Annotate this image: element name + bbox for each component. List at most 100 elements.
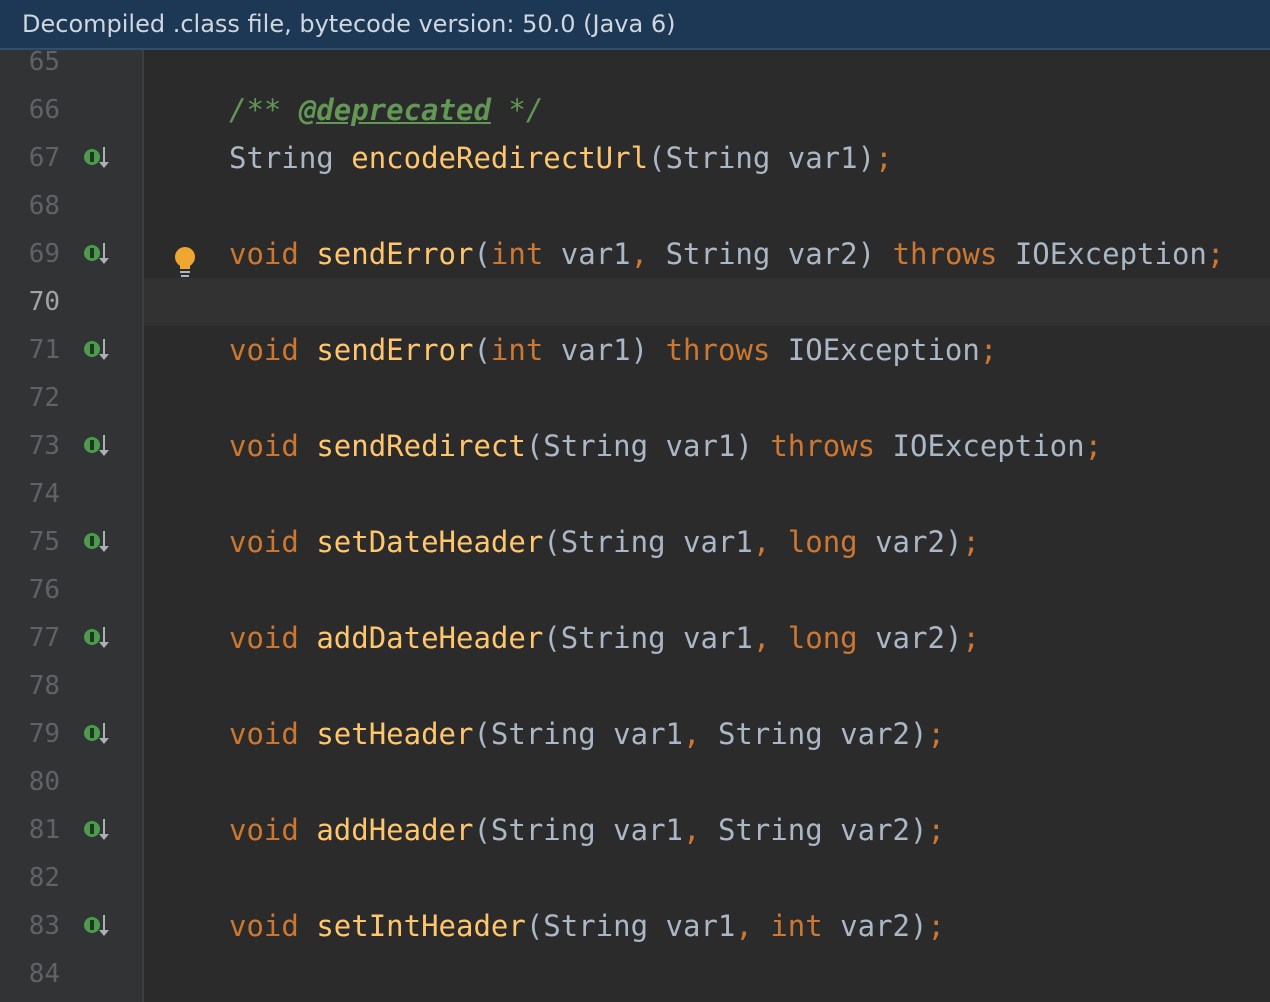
code-line-66[interactable]: /** @deprecated */ bbox=[229, 86, 543, 134]
type-token: String bbox=[543, 429, 649, 463]
code-line-81[interactable]: void addHeader(String var1, String var2)… bbox=[229, 806, 945, 854]
param-name: var2 bbox=[875, 525, 945, 559]
keyword: void bbox=[229, 333, 299, 367]
line-number: 66 bbox=[28, 95, 60, 125]
paren: ( bbox=[525, 429, 544, 463]
semicolon: ; bbox=[1206, 237, 1225, 271]
param-name: var1 bbox=[787, 141, 858, 175]
code-line-79[interactable]: void setHeader(String var1, String var2)… bbox=[229, 710, 945, 758]
code-line-83[interactable]: void setIntHeader(String var1, int var2)… bbox=[229, 902, 945, 950]
deprecated-tag[interactable]: @deprecated bbox=[299, 93, 491, 127]
code-line-69[interactable]: void sendError(int var1, String var2) th… bbox=[229, 230, 1224, 278]
code-line-71[interactable]: void sendError(int var1) throws IOExcept… bbox=[229, 326, 997, 374]
type-token: String bbox=[490, 717, 596, 751]
comma: , bbox=[752, 525, 771, 559]
param-name: var1 bbox=[683, 525, 753, 559]
implemented-method-icon[interactable] bbox=[82, 422, 114, 470]
implemented-method-icon[interactable] bbox=[82, 230, 114, 278]
semicolon: ; bbox=[927, 813, 945, 847]
method-name: encodeRedirectUrl bbox=[351, 141, 649, 175]
method-name: setIntHeader bbox=[316, 909, 526, 943]
param-name: var1 bbox=[613, 717, 683, 751]
implemented-method-icon[interactable] bbox=[82, 614, 114, 662]
paren: ( bbox=[473, 813, 491, 847]
keyword: void bbox=[229, 621, 299, 655]
paren: ) bbox=[910, 909, 928, 943]
method-name: setDateHeader bbox=[316, 525, 544, 559]
type-token: String bbox=[560, 621, 666, 655]
line-number: 71 bbox=[28, 335, 60, 365]
paren: ( bbox=[543, 621, 561, 655]
line-number: 78 bbox=[28, 671, 60, 701]
paren: ( bbox=[473, 237, 491, 271]
keyword: void bbox=[229, 909, 299, 943]
gutter[interactable]: 65 66 67 68 69 70 71 72 73 74 75 76 77 7… bbox=[0, 47, 143, 1002]
paren: ) bbox=[944, 525, 963, 559]
implemented-method-icon[interactable] bbox=[82, 134, 114, 182]
param-name: var2 bbox=[787, 237, 858, 271]
implemented-method-icon[interactable] bbox=[82, 806, 114, 854]
type-token: IOException bbox=[1014, 237, 1207, 271]
method-name: sendError bbox=[316, 333, 474, 367]
param-name: var1 bbox=[613, 813, 683, 847]
type-token: String bbox=[665, 237, 771, 271]
implemented-method-icon[interactable] bbox=[82, 902, 114, 950]
keyword: int bbox=[770, 909, 823, 943]
type-token: IOException bbox=[892, 429, 1085, 463]
comma: , bbox=[683, 813, 701, 847]
implemented-method-icon[interactable] bbox=[82, 326, 114, 374]
type-token: String bbox=[543, 909, 649, 943]
code-line-75[interactable]: void setDateHeader(String var1, long var… bbox=[229, 518, 980, 566]
line-number: 81 bbox=[28, 815, 60, 845]
param-name: var1 bbox=[665, 429, 736, 463]
code-line-67[interactable]: String encodeRedirectUrl(String var1); bbox=[229, 134, 893, 182]
code-line-73[interactable]: void sendRedirect(String var1) throws IO… bbox=[229, 422, 1102, 470]
type-token: String bbox=[560, 525, 666, 559]
method-name: addDateHeader bbox=[316, 621, 544, 655]
keyword: throws bbox=[892, 237, 998, 271]
keyword: void bbox=[229, 813, 299, 847]
line-number: 82 bbox=[28, 863, 60, 893]
line-number: 75 bbox=[28, 527, 60, 557]
code-line-77[interactable]: void addDateHeader(String var1, long var… bbox=[229, 614, 980, 662]
implemented-method-icon[interactable] bbox=[82, 710, 114, 758]
paren: ( bbox=[648, 141, 666, 175]
type-token: String bbox=[717, 813, 823, 847]
implemented-method-icon[interactable] bbox=[82, 518, 114, 566]
method-name: sendRedirect bbox=[316, 429, 526, 463]
keyword: int bbox=[490, 333, 544, 367]
line-number: 76 bbox=[28, 575, 60, 605]
keyword: throws bbox=[665, 333, 771, 367]
method-name: setHeader bbox=[316, 717, 474, 751]
method-name: addHeader bbox=[316, 813, 474, 847]
param-name: var2 bbox=[840, 717, 911, 751]
keyword: throws bbox=[770, 429, 876, 463]
paren: ) bbox=[910, 717, 928, 751]
paren: ( bbox=[473, 333, 491, 367]
semicolon: ; bbox=[979, 333, 998, 367]
keyword: void bbox=[229, 429, 299, 463]
lightbulb-icon[interactable] bbox=[172, 244, 198, 278]
semicolon: ; bbox=[962, 621, 980, 655]
param-name: var1 bbox=[665, 909, 736, 943]
